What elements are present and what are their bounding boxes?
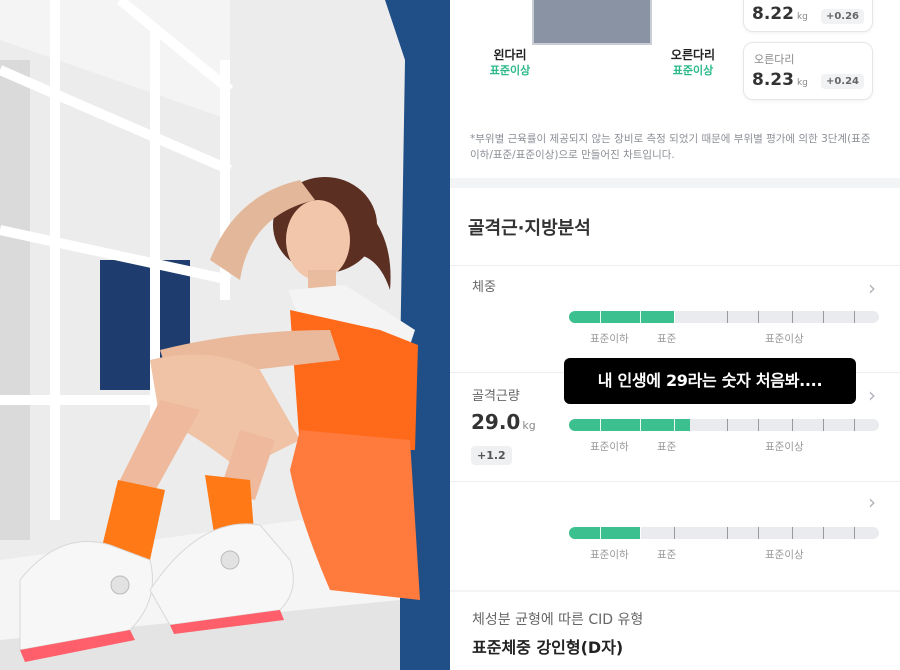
metric-bar (569, 311, 879, 323)
bar-tick (792, 527, 793, 539)
scale-high-label: 표준이상 (765, 441, 804, 453)
bar-tick (823, 419, 824, 431)
bar-tick (792, 311, 793, 323)
mini-card-delta: +0.26 (820, 9, 864, 24)
chevron-right-icon[interactable]: › (868, 383, 876, 407)
scale-high-label: 표준이상 (765, 549, 804, 561)
section-divider (450, 178, 900, 188)
mini-card-right-leg: 오른다리 8.23 kg +0.24 (743, 42, 873, 100)
metric-value: 29.0 kg (471, 410, 536, 434)
golfer-photo (0, 0, 450, 670)
bar-tick (674, 311, 675, 323)
chevron-right-icon[interactable]: › (868, 276, 876, 300)
left-leg-status: 표준이상 (489, 64, 531, 77)
metric-bar (569, 527, 879, 539)
body-figure-image (532, 0, 652, 45)
cid-type-value: 표준체중 강인형(D자) (472, 638, 624, 657)
bar-tick (600, 419, 601, 431)
metric-bar-fill (569, 419, 690, 431)
left-leg-label: 왼다리 (493, 48, 527, 62)
bar-tick (640, 527, 641, 539)
mini-card-delta: +0.24 (820, 74, 864, 89)
scale-mid-label: 표준 (657, 441, 677, 453)
metric-delta-badge: +1.2 (471, 446, 512, 465)
photo-panel (0, 0, 450, 670)
chevron-right-icon[interactable]: › (868, 490, 876, 514)
scale-mid-label: 표준 (657, 549, 677, 561)
mini-card-value: 8.23 kg (752, 70, 808, 90)
scale-low-label: 표준이하 (590, 549, 629, 561)
metric-bar-fill (569, 311, 674, 323)
bar-tick (600, 311, 601, 323)
overlay-caption: 내 인생에 29라는 숫자 처음봐.... (564, 358, 856, 404)
bar-tick (600, 527, 601, 539)
section-title: 골격근·지방분석 (468, 218, 591, 239)
scale-mid-label: 표준 (657, 333, 677, 345)
bar-tick (727, 419, 728, 431)
scale-low-label: 표준이하 (590, 441, 629, 453)
right-leg-status: 표준이상 (672, 64, 714, 77)
chart-footnote: *부위별 근육률이 제공되지 않는 장비로 측정 되었기 때문에 부위별 평가에… (470, 133, 871, 161)
bar-tick (854, 419, 855, 431)
metric-label: 골격근량 (472, 389, 520, 404)
bar-tick (758, 419, 759, 431)
bar-tick (758, 527, 759, 539)
bar-tick (674, 527, 675, 539)
mini-card-label: 오른다리 (754, 53, 795, 66)
bar-tick (674, 419, 675, 431)
bar-tick (854, 527, 855, 539)
bar-tick (640, 311, 641, 323)
bar-tick (758, 311, 759, 323)
right-leg-label: 오른다리 (670, 48, 716, 62)
metric-bar (569, 419, 879, 431)
bar-tick (823, 311, 824, 323)
scale-low-label: 표준이하 (590, 333, 629, 345)
bar-tick (823, 527, 824, 539)
bar-tick (727, 527, 728, 539)
metric-bar-fill (569, 527, 640, 539)
row-divider (450, 265, 900, 266)
body-composition-app: 왼다리 표준이상 오른다리 표준이상 8.22 kg +0.26 오른다리 8.2… (450, 0, 900, 670)
bar-tick (792, 419, 793, 431)
bar-tick (727, 311, 728, 323)
bar-tick (854, 311, 855, 323)
section-divider (450, 590, 900, 592)
row-divider (450, 481, 900, 482)
metric-label: 체중 (472, 280, 496, 295)
bar-tick (640, 419, 641, 431)
cid-type-label: 체성분 균형에 따른 CID 유형 (472, 612, 644, 628)
mini-card-top: 8.22 kg +0.26 (743, 0, 873, 32)
scale-high-label: 표준이상 (765, 333, 804, 345)
mini-card-value: 8.22 kg (752, 4, 808, 24)
